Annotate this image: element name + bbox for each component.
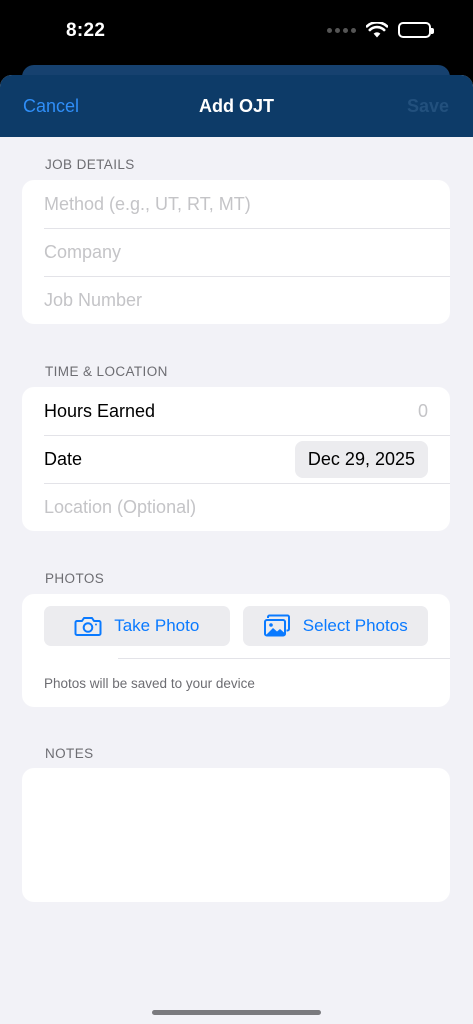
photos-note: Photos will be saved to your device: [44, 676, 255, 691]
photo-divider: [118, 658, 450, 659]
take-photo-button[interactable]: Take Photo: [44, 606, 230, 646]
method-placeholder: Method (e.g., UT, RT, MT): [44, 193, 251, 214]
battery-icon: [398, 22, 434, 38]
notes-header: NOTES: [45, 746, 94, 761]
date-label: Date: [44, 448, 83, 469]
select-photos-button[interactable]: Select Photos: [242, 606, 428, 646]
date-picker-button[interactable]: Dec 29, 2025: [294, 440, 428, 478]
page-title: Add OJT: [199, 96, 274, 116]
method-field[interactable]: Method (e.g., UT, RT, MT): [22, 180, 450, 228]
notes-textarea[interactable]: [22, 768, 450, 902]
nav-bar: Cancel Add OJT Save: [0, 75, 473, 137]
cellular-signal-icon: [327, 27, 356, 33]
company-field[interactable]: Company: [22, 228, 450, 276]
date-row: Date Dec 29, 2025: [22, 435, 450, 483]
location-field[interactable]: Location (Optional): [22, 483, 450, 531]
status-icons: [327, 22, 434, 38]
save-button[interactable]: Save: [407, 96, 449, 117]
take-photo-label: Take Photo: [114, 616, 200, 635]
company-placeholder: Company: [44, 241, 122, 262]
location-placeholder: Location (Optional): [44, 496, 197, 517]
photo-library-icon: [263, 614, 290, 637]
job-number-field[interactable]: Job Number: [22, 276, 450, 324]
hours-earned-input[interactable]: 0: [418, 401, 428, 422]
status-time: 8:22: [66, 20, 106, 41]
select-photos-label: Select Photos: [302, 616, 408, 635]
job-details-header: JOB DETAILS: [45, 157, 135, 172]
photos-header: PHOTOS: [45, 571, 105, 586]
status-bar: 8:22: [0, 0, 473, 64]
job-number-placeholder: Job Number: [44, 289, 143, 310]
time-location-header: TIME & LOCATION: [45, 364, 168, 379]
hours-earned-row[interactable]: Hours Earned 0: [22, 387, 450, 435]
camera-icon: [74, 617, 102, 636]
wifi-icon: [366, 22, 388, 38]
time-location-group: Hours Earned 0 Date Dec 29, 2025 Locatio…: [22, 387, 450, 531]
add-ojt-sheet: Cancel Add OJT Save JOB DETAILS Method (…: [0, 75, 473, 1024]
hours-earned-label: Hours Earned: [44, 400, 156, 421]
job-details-group: Method (e.g., UT, RT, MT) Company Job Nu…: [22, 180, 450, 324]
photos-group: Take Photo Select Photos Photos will be …: [22, 594, 450, 707]
photo-buttons: Take Photo Select Photos: [44, 606, 428, 646]
home-indicator: [152, 1010, 321, 1015]
